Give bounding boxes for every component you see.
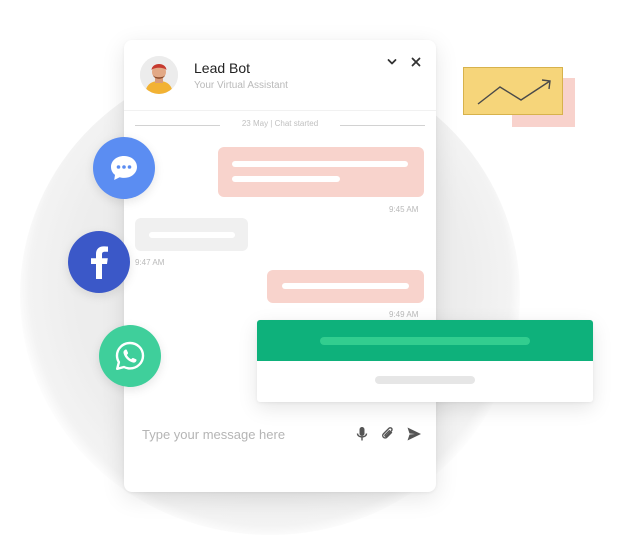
outgoing-message-bubble <box>218 147 424 197</box>
attach-button[interactable] <box>380 426 396 442</box>
message-input[interactable] <box>142 425 342 443</box>
message-time: 9:49 AM <box>389 310 419 319</box>
chat-bubble-icon <box>111 156 137 180</box>
trend-up-icon <box>477 79 551 105</box>
whatsapp-icon <box>115 341 145 370</box>
message-composer <box>124 410 436 460</box>
chat-header: Lead Bot Your Virtual Assistant <box>124 40 436 111</box>
message-time: 9:45 AM <box>389 205 419 214</box>
send-button[interactable] <box>406 426 422 442</box>
send-icon <box>407 427 421 441</box>
divider <box>340 125 425 126</box>
incoming-message-bubble <box>135 218 248 251</box>
message-text-placeholder <box>149 232 235 238</box>
chat-window: Lead Bot Your Virtual Assistant 23 May |… <box>124 40 436 492</box>
avatar <box>140 56 178 94</box>
facebook-channel-button[interactable] <box>68 231 130 293</box>
messenger-channel-button[interactable] <box>93 137 155 199</box>
whatsapp-channel-button[interactable] <box>99 325 161 387</box>
microphone-icon <box>356 427 368 441</box>
message-time: 9:47 AM <box>135 258 165 267</box>
close-button[interactable] <box>408 54 424 70</box>
paperclip-icon <box>382 427 393 439</box>
outgoing-message-bubble <box>267 270 424 303</box>
message-text-placeholder <box>282 283 409 289</box>
bot-name: Lead Bot <box>194 60 251 76</box>
minimize-button[interactable] <box>384 54 400 70</box>
date-separator: 23 May | Chat started <box>135 118 425 132</box>
action-card <box>257 320 593 402</box>
close-icon <box>411 57 421 67</box>
button-label-placeholder <box>320 337 530 345</box>
trend-chart-card <box>463 67 563 115</box>
text-placeholder <box>375 376 475 384</box>
chevron-down-icon <box>387 59 397 65</box>
date-label: 23 May | Chat started <box>241 119 319 128</box>
primary-action-button[interactable] <box>257 320 593 361</box>
message-text-placeholder <box>232 161 408 167</box>
message-text-placeholder <box>232 176 340 182</box>
bot-subtitle: Your Virtual Assistant <box>194 80 288 91</box>
microphone-button[interactable] <box>354 426 370 442</box>
facebook-icon <box>91 246 108 279</box>
